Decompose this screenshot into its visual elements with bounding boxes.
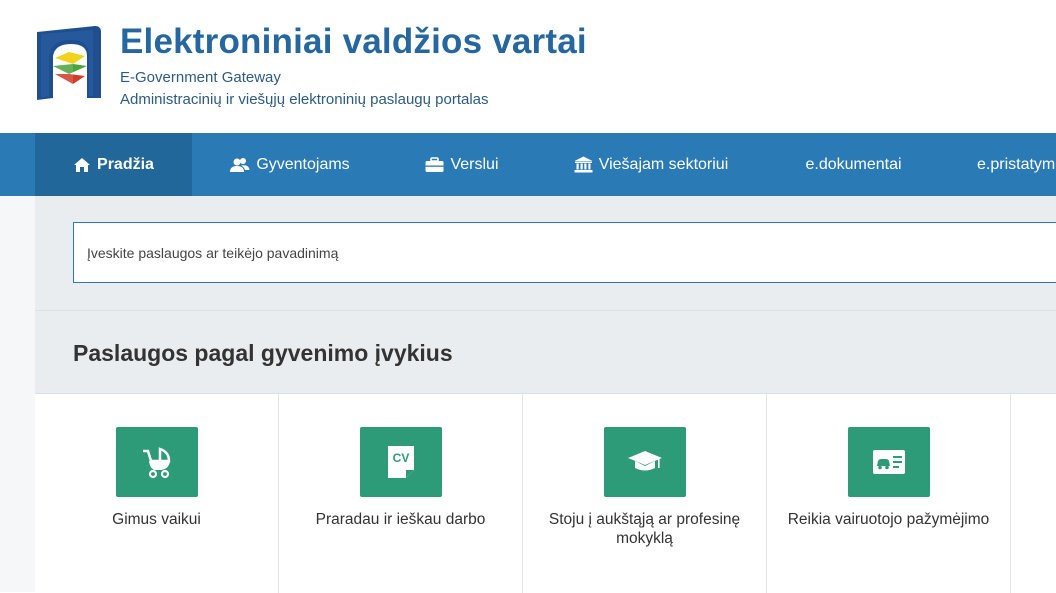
nav-item-gyventojams[interactable]: Gyventojams bbox=[192, 133, 388, 196]
nav-item-label: Pradžia bbox=[97, 155, 154, 173]
nav-item-pradzia[interactable]: Pradžia bbox=[35, 133, 192, 196]
briefcase-icon bbox=[425, 156, 444, 172]
life-event-card-vairuotojo-pazymejimas[interactable]: Reikia vairuotojo pažymėjimo bbox=[767, 394, 1011, 593]
institution-icon bbox=[574, 156, 593, 173]
nav-item-label: Viešajam sektoriui bbox=[598, 155, 729, 173]
nav-item-verslui[interactable]: Verslui bbox=[388, 133, 536, 196]
site-header: Elektroniniai valdžios vartai E-Governme… bbox=[0, 0, 1056, 133]
life-event-card-next[interactable] bbox=[1011, 394, 1056, 593]
life-event-label: Reikia vairuotojo pažymėjimo bbox=[787, 511, 990, 528]
nav-item-label: e.pristatym bbox=[977, 155, 1056, 173]
life-event-card-darbas[interactable]: CV Praradau ir ieškau darbo bbox=[279, 394, 523, 593]
life-event-label: Stoju į aukštąją ar profesinę mokyklą bbox=[548, 511, 741, 547]
baby-stroller-icon bbox=[115, 427, 198, 497]
section-divider bbox=[35, 310, 1056, 311]
driver-license-icon bbox=[847, 427, 930, 497]
site-logo[interactable] bbox=[33, 26, 103, 102]
nav-item-viesajam-sektoriui[interactable]: Viešajam sektoriui bbox=[536, 133, 766, 196]
search-box bbox=[73, 222, 1056, 283]
section-title: Paslaugos pagal gyvenimo įvykius bbox=[73, 340, 453, 366]
nav-item-e-pristatymas[interactable]: e.pristatym bbox=[941, 133, 1056, 196]
svg-text:CV: CV bbox=[392, 451, 409, 465]
life-events-cards: Gimus vaikui CV Praradau ir ieškau darbo… bbox=[35, 393, 1056, 593]
nav-item-label: Gyventojams bbox=[256, 155, 350, 173]
main-nav: Pradžia Gyventojams Verslui Viešajam sek… bbox=[0, 133, 1056, 196]
nav-item-e-dokumentai[interactable]: e.dokumentai bbox=[766, 133, 941, 196]
nav-item-label: Verslui bbox=[450, 155, 499, 173]
users-icon bbox=[230, 157, 250, 172]
graduation-cap-icon bbox=[603, 427, 686, 497]
life-event-card-mokykla[interactable]: Stoju į aukštąją ar profesinę mokyklą bbox=[523, 394, 767, 593]
search-input[interactable] bbox=[74, 223, 1056, 282]
site-subtitle-en: E-Government Gateway bbox=[120, 69, 281, 86]
home-icon bbox=[74, 157, 91, 172]
life-event-label: Praradau ir ieškau darbo bbox=[315, 511, 486, 528]
site-subtitle-lt: Administracinių ir viešųjų elektroninių … bbox=[120, 91, 489, 108]
nav-item-label: e.dokumentai bbox=[805, 155, 902, 173]
life-event-card-gimus-vaikui[interactable]: Gimus vaikui bbox=[35, 394, 279, 593]
cv-icon: CV bbox=[359, 427, 442, 497]
life-event-label: Gimus vaikui bbox=[112, 511, 201, 528]
site-title: Elektroniniai valdžios vartai bbox=[120, 22, 587, 61]
